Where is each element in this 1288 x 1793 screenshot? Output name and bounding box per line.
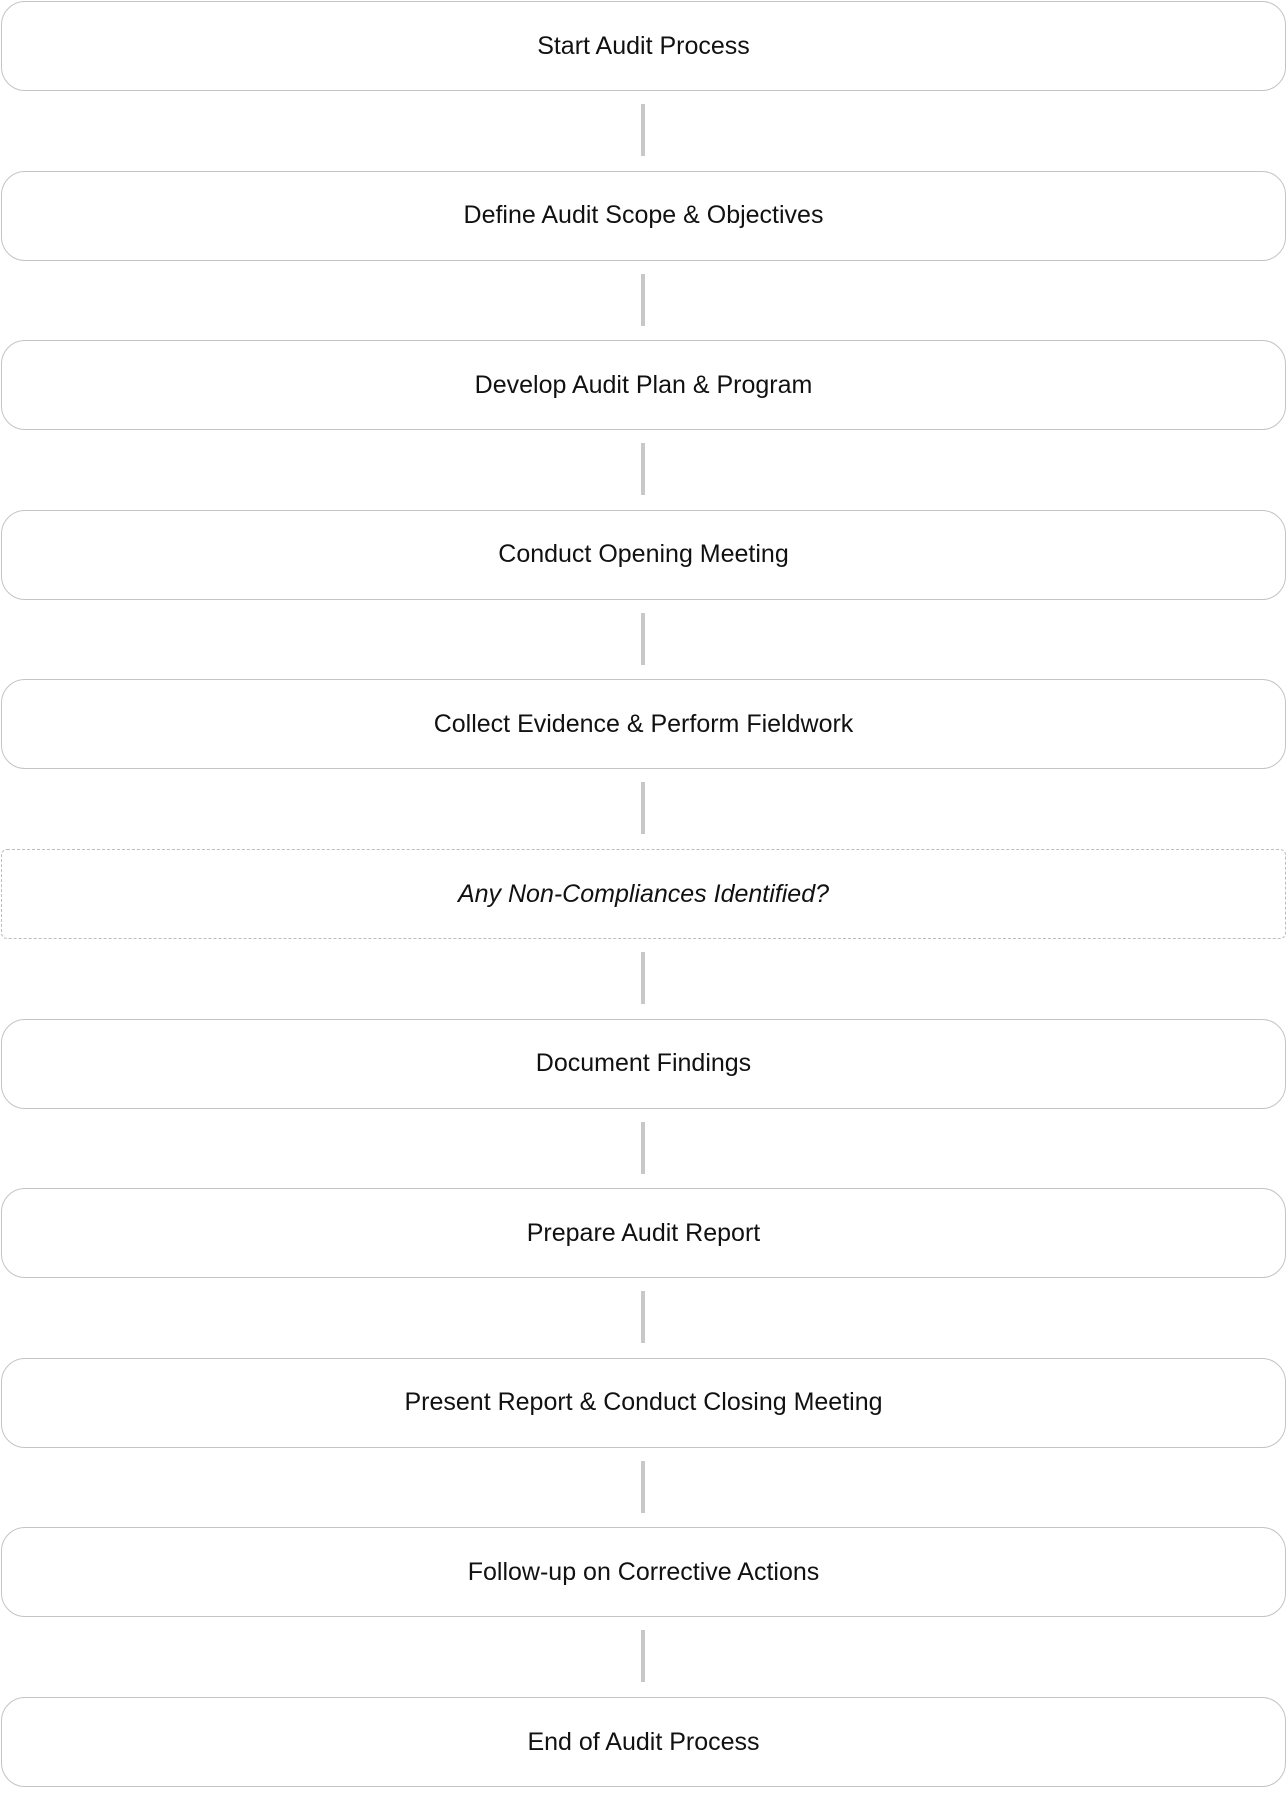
step-label: End of Audit Process (527, 1727, 760, 1756)
process-step-node: Define Audit Scope & Objectives (1, 170, 1286, 261)
process-step-node: Follow-up on Corrective Actions (1, 1527, 1286, 1618)
step-label: Collect Evidence & Perform Fieldwork (433, 709, 854, 738)
process-step-node: Document Findings (1, 1018, 1286, 1109)
step-label: Present Report & Conduct Closing Meeting (404, 1388, 883, 1417)
connector-line (641, 273, 645, 326)
connector-line (641, 612, 645, 665)
connector-line (641, 443, 645, 496)
connector-line (641, 952, 645, 1004)
connector-line (641, 782, 645, 835)
process-step-node: Start Audit Process (1, 1, 1286, 91)
step-label: Follow-up on Corrective Actions (467, 1557, 820, 1586)
connector-line (641, 1121, 645, 1174)
step-label: Develop Audit Plan & Program (474, 370, 813, 399)
process-step-node: Collect Evidence & Perform Fieldwork (1, 679, 1286, 770)
process-step-node: Conduct Opening Meeting (1, 509, 1286, 600)
process-step-node: Prepare Audit Report (1, 1188, 1286, 1279)
step-label: Define Audit Scope & Objectives (463, 201, 824, 230)
decision-node: Any Non-Compliances Identified? (1, 849, 1286, 939)
process-step-node: End of Audit Process (1, 1697, 1286, 1787)
connector-line (641, 1291, 645, 1344)
process-step-node: Develop Audit Plan & Program (1, 340, 1286, 431)
step-label: Prepare Audit Report (526, 1218, 761, 1247)
connector-line (641, 1630, 645, 1683)
step-label: Start Audit Process (537, 31, 750, 60)
step-label: Document Findings (535, 1049, 752, 1078)
connector-line (641, 104, 645, 156)
process-step-node: Present Report & Conduct Closing Meeting (1, 1357, 1286, 1448)
audit-process-flowchart: Start Audit Process Define Audit Scope & … (0, 0, 1288, 1793)
step-label: Conduct Opening Meeting (498, 540, 789, 569)
connector-line (641, 1460, 645, 1513)
decision-label: Any Non-Compliances Identified? (457, 879, 830, 908)
